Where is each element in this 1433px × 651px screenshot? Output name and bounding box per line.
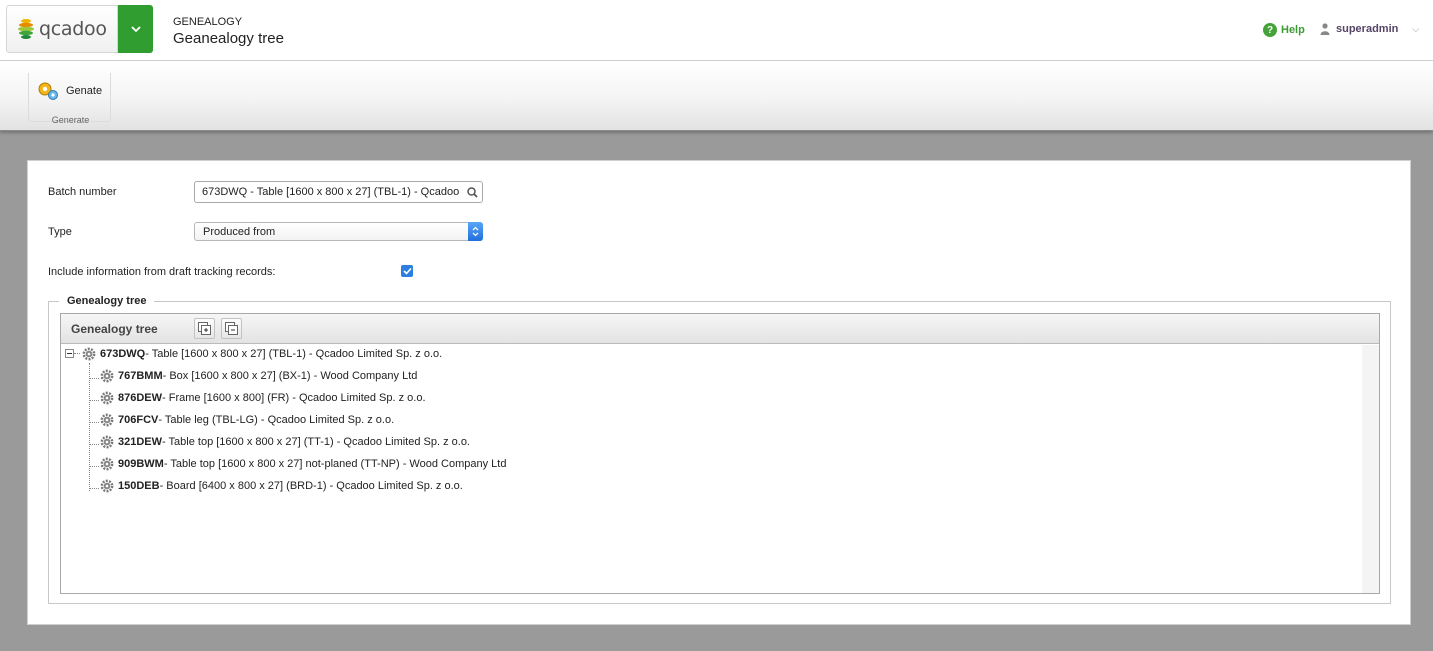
tree-body: 673DWQ - Table [1600 x 800 x 27] (TBL-1)… bbox=[61, 345, 1362, 593]
type-select[interactable]: Produced from bbox=[194, 222, 483, 241]
generate-button[interactable]: Genate bbox=[36, 79, 102, 103]
gear-icon bbox=[100, 457, 114, 471]
tree-child-node[interactable]: 150DEB - Board [6400 x 800 x 27] (BRD-1)… bbox=[100, 479, 463, 493]
ribbon-group-label: Generate bbox=[51, 115, 90, 125]
gear-icon bbox=[100, 369, 114, 383]
node-code: 909BWM bbox=[118, 458, 164, 470]
user-caret-icon: ⌵ bbox=[1412, 23, 1420, 34]
select-arrows-icon bbox=[468, 222, 483, 241]
fieldset-legend: Genealogy tree bbox=[59, 295, 155, 307]
type-select-value: Produced from bbox=[203, 225, 276, 238]
check-icon bbox=[402, 267, 412, 275]
top-header: qcadoo GENEALOGY Geanealogy tree ? Help … bbox=[0, 0, 1433, 61]
node-description: - Table leg (TBL-LG) - Qcadoo Limited Sp… bbox=[158, 414, 395, 426]
tree-root-node[interactable]: 673DWQ - Table [1600 x 800 x 27] (TBL-1)… bbox=[82, 347, 442, 361]
type-label: Type bbox=[48, 226, 72, 238]
tree-child-node[interactable]: 767BMM - Box [1600 x 800 x 27] (BX-1) - … bbox=[100, 369, 417, 383]
ribbon-toolbar: Genate Generate bbox=[0, 61, 1433, 131]
page-title: Geanealogy tree bbox=[173, 30, 284, 47]
genealogy-fieldset: Genealogy tree Genealogy tree 673DWQ - T… bbox=[48, 295, 1391, 604]
tree-child-node[interactable]: 321DEW - Table top [1600 x 800 x 27] (TT… bbox=[100, 435, 470, 449]
node-code: 321DEW bbox=[118, 436, 163, 448]
generate-button-label: Genate bbox=[66, 85, 103, 97]
node-description: - Table top [1600 x 800 x 27] not-planed… bbox=[163, 458, 507, 470]
node-code: 876DEW bbox=[118, 392, 163, 404]
qcadoo-logo-icon bbox=[18, 19, 34, 39]
node-description: - Frame [1600 x 800] (FR) - Qcadoo Limit… bbox=[162, 392, 426, 404]
gear-icon bbox=[100, 413, 114, 427]
batch-number-label: Batch number bbox=[48, 186, 117, 198]
gear-icon bbox=[100, 391, 114, 405]
user-menu[interactable]: superadmin ⌵ bbox=[1320, 23, 1419, 35]
tree-scrollbar[interactable] bbox=[1362, 345, 1379, 593]
user-icon bbox=[1320, 23, 1330, 35]
node-description: - Table [1600 x 800 x 27] (TBL-1) - Qcad… bbox=[145, 348, 443, 360]
expand-all-button[interactable] bbox=[194, 318, 215, 339]
node-description: - Board [6400 x 800 x 27] (BRD-1) - Qcad… bbox=[159, 480, 463, 492]
node-description: - Table top [1600 x 800 x 27] (TT-1) - Q… bbox=[162, 436, 470, 448]
expand-all-icon bbox=[198, 322, 211, 335]
tree-child-node[interactable]: 706FCV - Table leg (TBL-LG) - Qcadoo Lim… bbox=[100, 413, 394, 427]
gear-icon bbox=[100, 479, 114, 493]
batch-number-lookup[interactable]: 673DWQ - Table [1600 x 800 x 27] (TBL-1)… bbox=[194, 181, 483, 203]
node-description: - Box [1600 x 800 x 27] (BX-1) - Wood Co… bbox=[162, 370, 418, 382]
help-icon: ? bbox=[1263, 23, 1277, 37]
gear-icon bbox=[100, 435, 114, 449]
tree-connector bbox=[89, 400, 99, 401]
collapse-all-button[interactable] bbox=[221, 318, 242, 339]
menu-dropdown-button[interactable] bbox=[118, 5, 153, 53]
collapse-node-icon[interactable] bbox=[65, 349, 74, 358]
tree-child-node[interactable]: 876DEW - Frame [1600 x 800] (FR) - Qcado… bbox=[100, 391, 426, 405]
tree-connector bbox=[89, 378, 99, 379]
tree-connector bbox=[89, 422, 99, 423]
node-code: 150DEB bbox=[118, 480, 160, 492]
collapse-all-icon bbox=[225, 322, 238, 335]
breadcrumb-category: GENEALOGY bbox=[173, 16, 243, 28]
gear-icon bbox=[82, 347, 96, 361]
user-name: superadmin bbox=[1336, 23, 1399, 35]
app-logo[interactable]: qcadoo bbox=[6, 5, 118, 53]
ribbon-group-generate: Genate Generate bbox=[28, 73, 111, 125]
gears-icon bbox=[38, 82, 58, 100]
node-code: 767BMM bbox=[118, 370, 163, 382]
search-icon[interactable] bbox=[463, 182, 482, 202]
help-link[interactable]: ? Help bbox=[1263, 23, 1305, 37]
genealogy-tree-grid: Genealogy tree 673DWQ - Table [1600 x 80… bbox=[60, 313, 1380, 594]
node-code: 673DWQ bbox=[100, 348, 146, 360]
tree-child-node[interactable]: 909BWM - Table top [1600 x 800 x 27] not… bbox=[100, 457, 506, 471]
tree-header: Genealogy tree bbox=[61, 314, 1379, 344]
logo-text: qcadoo bbox=[39, 18, 107, 40]
tree-connector bbox=[89, 363, 90, 491]
tree-connector bbox=[74, 353, 80, 354]
node-code: 706FCV bbox=[118, 414, 159, 426]
help-label: Help bbox=[1281, 24, 1305, 36]
batch-number-value: 673DWQ - Table [1600 x 800 x 27] (TBL-1)… bbox=[202, 186, 461, 198]
tree-connector bbox=[89, 488, 99, 489]
chevron-down-icon bbox=[130, 25, 141, 32]
tree-connector bbox=[89, 466, 99, 467]
draft-records-label: Include information from draft tracking … bbox=[48, 266, 276, 278]
tree-connector bbox=[89, 444, 99, 445]
draft-records-checkbox[interactable] bbox=[401, 265, 413, 277]
tree-header-title: Genealogy tree bbox=[71, 322, 158, 336]
main-panel: Batch number 673DWQ - Table [1600 x 800 … bbox=[27, 160, 1411, 625]
